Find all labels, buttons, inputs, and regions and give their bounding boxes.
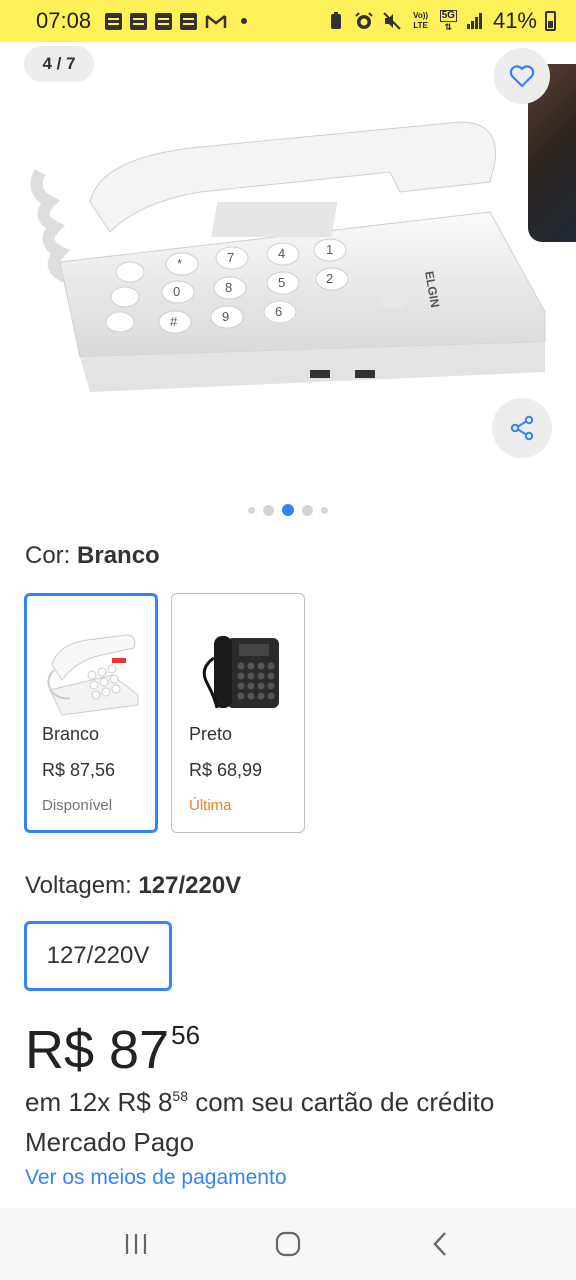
variant-status: Última xyxy=(189,797,232,814)
variant-price: R$ 68,99 xyxy=(189,760,263,780)
battery-percent: 41% xyxy=(492,8,537,33)
gmail-icon xyxy=(205,14,227,28)
data-arrows-icon: ⇅ xyxy=(444,22,453,32)
variant-thumb-white-phone xyxy=(47,634,139,716)
svg-text:5: 5 xyxy=(278,275,285,290)
home-button[interactable] xyxy=(268,1224,308,1264)
pager-dot xyxy=(263,504,274,516)
battery-saver-icon xyxy=(330,12,341,29)
svg-text:0: 0 xyxy=(173,284,180,299)
notification-icon xyxy=(180,12,198,30)
product-price: R$ 8756 xyxy=(25,1018,200,1091)
voltage-selected-value: 127/220V xyxy=(138,872,242,899)
notification-icon xyxy=(105,12,123,30)
network-type-icon: 5G ⇅ xyxy=(439,10,457,32)
share-button[interactable] xyxy=(492,398,552,458)
home-icon xyxy=(275,1231,301,1257)
signal-icon xyxy=(466,13,482,29)
pager-dot xyxy=(302,504,313,516)
product-image-phone: 12 456 789 *0# ELGIN xyxy=(30,121,546,392)
installments-prefix: em 12x R$ 8 xyxy=(25,1087,173,1117)
voltage-label-prefix: Voltagem: xyxy=(25,872,132,899)
svg-text:*: * xyxy=(177,256,182,271)
heart-icon xyxy=(509,65,535,88)
variant-thumb-black-phone xyxy=(202,636,279,709)
svg-text:6: 6 xyxy=(275,304,282,319)
notification-icon xyxy=(130,12,148,30)
svg-text:2: 2 xyxy=(326,271,333,286)
color-label: Cor: Branco xyxy=(25,542,160,570)
installments-text: em 12x R$ 858 com seu cartão de crédito … xyxy=(25,1084,555,1160)
price-integer: R$ 87 xyxy=(25,1020,170,1080)
recent-apps-button[interactable] xyxy=(116,1224,156,1264)
favorite-button[interactable] xyxy=(494,48,550,104)
back-button[interactable] xyxy=(420,1224,460,1264)
svg-text:4: 4 xyxy=(278,246,285,261)
alarm-icon xyxy=(354,12,373,29)
voltage-label: Voltagem: 127/220V xyxy=(25,872,241,900)
recent-apps-icon xyxy=(125,1234,147,1254)
product-gallery[interactable]: 12 456 789 * 0 # ELGIN 4 / 7 xyxy=(0,42,576,532)
color-label-prefix: Cor: xyxy=(25,542,71,569)
svg-text:8: 8 xyxy=(225,280,232,295)
status-bar: 07:08 Vo)) LTE 5G ⇅ 41% xyxy=(0,0,576,42)
status-right: Vo)) LTE 5G ⇅ 41% xyxy=(326,8,556,34)
price-cents: 56 xyxy=(171,1020,201,1050)
svg-text:1: 1 xyxy=(326,242,333,257)
mute-icon xyxy=(382,12,401,30)
variant-status: Disponível xyxy=(42,797,113,814)
android-nav-bar xyxy=(0,1208,576,1280)
installments-cents: 58 xyxy=(172,1088,188,1104)
notification-icon xyxy=(155,12,173,30)
network-type-label: 5G xyxy=(439,10,457,22)
pager-dot xyxy=(248,506,255,514)
svg-text:#: # xyxy=(170,314,178,329)
back-icon xyxy=(433,1232,446,1256)
volte-label: Vo)) LTE xyxy=(413,11,429,30)
variant-name: Branco xyxy=(42,724,100,744)
more-notifications-icon xyxy=(241,18,248,24)
svg-text:9: 9 xyxy=(222,309,229,324)
svg-text:7: 7 xyxy=(227,250,234,265)
payment-methods-link[interactable]: Ver os meios de pagamento xyxy=(25,1166,287,1190)
pager-dot xyxy=(321,506,328,514)
color-selected-value: Branco xyxy=(77,542,160,569)
variant-price: R$ 87,56 xyxy=(42,760,116,780)
variant-name: Preto xyxy=(189,724,233,744)
share-icon xyxy=(510,415,534,441)
status-left: 07:08 xyxy=(36,8,248,34)
variant-card-branco[interactable]: Branco R$ 87,56 Disponível xyxy=(24,593,158,833)
battery-icon xyxy=(545,11,556,31)
volte-icon: Vo)) LTE xyxy=(410,11,432,31)
image-counter: 4 / 7 xyxy=(24,46,94,82)
voltage-option-127-220v[interactable]: 127/220V xyxy=(24,921,172,991)
pager-dot-active xyxy=(282,504,294,516)
variant-card-preto[interactable]: Preto R$ 68,99 Última xyxy=(171,593,305,833)
status-time: 07:08 xyxy=(36,8,92,33)
image-pager xyxy=(0,504,576,516)
